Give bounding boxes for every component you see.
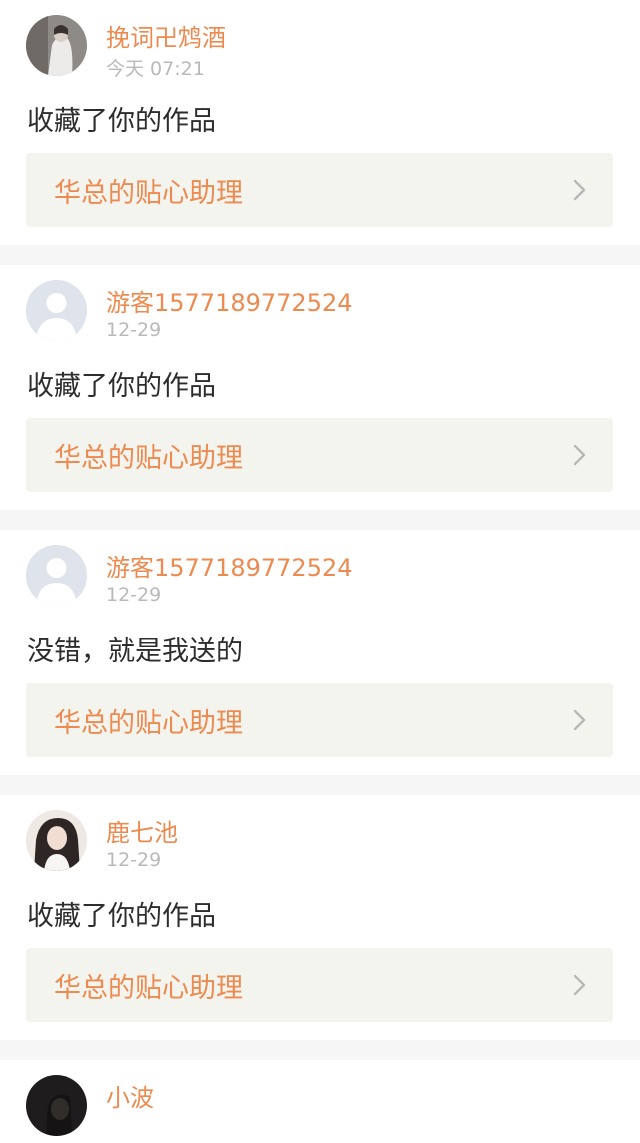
chevron-right-icon [573, 974, 586, 996]
timestamp: 12-29 [106, 584, 162, 606]
work-link-card[interactable]: 华总的贴心助理 [26, 683, 613, 757]
work-title: 华总的贴心助理 [54, 972, 243, 1004]
chevron-right-icon [573, 444, 586, 466]
user-avatar[interactable] [26, 810, 87, 871]
user-avatar[interactable] [26, 280, 87, 341]
notification-message: 没错，就是我送的 [27, 636, 243, 667]
chevron-right-icon [573, 179, 586, 201]
photo-avatar-icon [26, 810, 87, 871]
notification-item: 游客1577189772524 12-29 收藏了你的作品 华总的贴心助理 [0, 265, 640, 510]
user-avatar[interactable] [26, 15, 87, 76]
work-title: 华总的贴心助理 [54, 177, 243, 209]
chevron-right-icon [573, 709, 586, 731]
work-link-card[interactable]: 华总的贴心助理 [26, 153, 613, 227]
username[interactable]: 鹿七池 [106, 813, 178, 848]
timestamp: 今天 07:21 [106, 58, 205, 80]
notification-message: 收藏了你的作品 [27, 371, 216, 402]
notification-item: 小波 [0, 1060, 640, 1143]
notification-feed: 挽词卍鸩酒 今天 07:21 收藏了你的作品 华总的贴心助理 游客1577189… [0, 0, 640, 1143]
timestamp: 12-29 [106, 849, 162, 871]
notification-message: 收藏了你的作品 [27, 106, 216, 137]
user-avatar[interactable] [26, 1075, 87, 1136]
username[interactable]: 游客1577189772524 [106, 283, 353, 318]
work-title: 华总的贴心助理 [54, 707, 243, 739]
username[interactable]: 挽词卍鸩酒 [106, 18, 226, 53]
notification-item: 挽词卍鸩酒 今天 07:21 收藏了你的作品 华总的贴心助理 [0, 0, 640, 245]
timestamp: 12-29 [106, 319, 162, 341]
notification-item: 游客1577189772524 12-29 没错，就是我送的 华总的贴心助理 [0, 530, 640, 775]
default-user-icon [26, 280, 87, 341]
notification-message: 收藏了你的作品 [27, 901, 216, 932]
default-user-icon [26, 545, 87, 606]
photo-avatar-icon [26, 15, 87, 76]
notification-item: 鹿七池 12-29 收藏了你的作品 华总的贴心助理 [0, 795, 640, 1040]
work-title: 华总的贴心助理 [54, 442, 243, 474]
photo-avatar-icon [26, 1075, 87, 1136]
user-avatar[interactable] [26, 545, 87, 606]
username[interactable]: 游客1577189772524 [106, 548, 353, 583]
work-link-card[interactable]: 华总的贴心助理 [26, 418, 613, 492]
username[interactable]: 小波 [106, 1078, 154, 1113]
work-link-card[interactable]: 华总的贴心助理 [26, 948, 613, 1022]
